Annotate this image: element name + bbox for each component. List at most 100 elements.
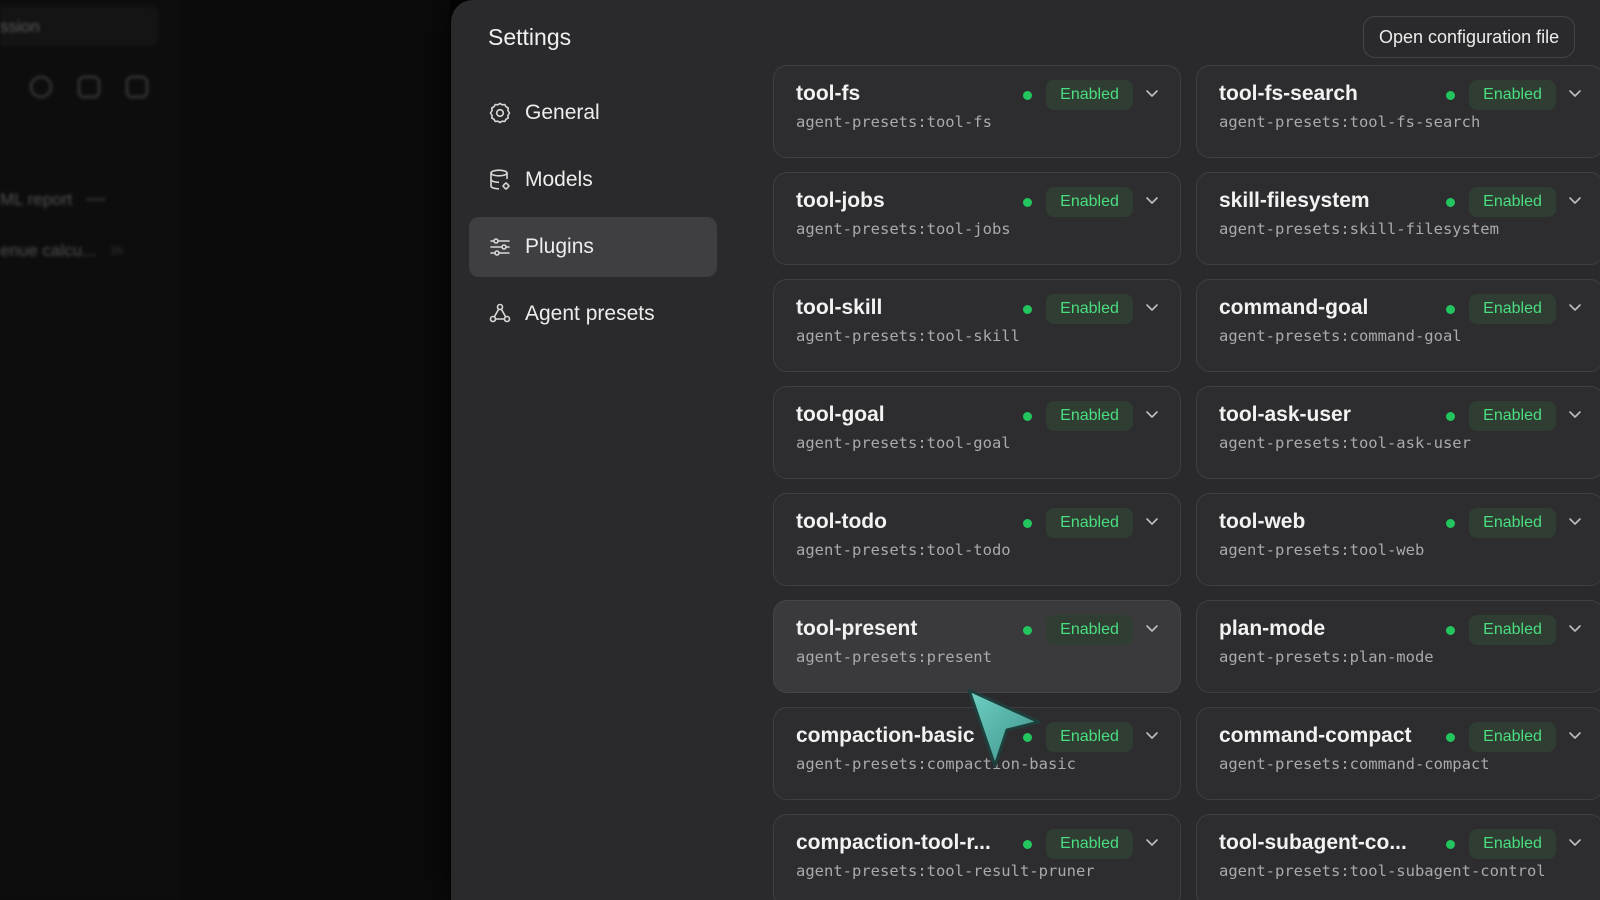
plugin-card[interactable]: compaction-basic agent-presets:compaction… [773,707,1181,800]
chevron-down-icon[interactable] [1144,192,1160,208]
background-sidebar: ssion ML report ••••• enue calcu... 1h [0,0,180,900]
nav-item-models[interactable]: Models [469,150,717,210]
status-badge[interactable]: Enabled [1469,722,1556,752]
chevron-down-icon[interactable] [1567,727,1583,743]
plugin-name: compaction-basic [796,724,975,747]
nav-item-label: Models [525,168,593,191]
plugin-name: command-goal [1219,296,1369,319]
plugin-name: tool-goal [796,403,885,426]
plugin-id: agent-presets:tool-fs [796,113,992,131]
background-title-bar: ssion [0,6,158,46]
status-dot-icon [1023,91,1032,100]
status-badge[interactable]: Enabled [1469,615,1556,645]
status-badge[interactable]: Enabled [1469,508,1556,538]
plugin-card[interactable]: tool-jobs agent-presets:tool-jobs Enabled [773,172,1181,265]
nav-item-plugins[interactable]: Plugins [469,217,717,277]
plugin-card[interactable]: tool-skill agent-presets:tool-skill Enable… [773,279,1181,372]
background-title: ssion [0,17,40,36]
plugin-card[interactable]: command-compact agent-presets:command-com… [1196,707,1600,800]
plugin-card[interactable]: tool-web agent-presets:tool-web Enabled [1196,493,1600,586]
plugin-id: agent-presets:tool-jobs [796,220,1011,238]
plugin-name: tool-jobs [796,189,885,212]
nav-item-general[interactable]: General [469,83,717,143]
plugin-name: tool-fs-search [1219,82,1358,105]
plugin-id: agent-presets:plan-mode [1219,648,1434,666]
plugin-card[interactable]: tool-ask-user agent-presets:tool-ask-user… [1196,386,1600,479]
status-dot-icon [1023,733,1032,742]
nav-item-label: General [525,101,600,124]
plugin-card[interactable]: tool-present agent-presets:present Enabled [773,600,1181,693]
chevron-down-icon[interactable] [1144,727,1160,743]
chevron-down-icon[interactable] [1567,192,1583,208]
settings-window: Settings Open configuration file General [451,0,1600,900]
chevron-down-icon[interactable] [1144,834,1160,850]
status-badge[interactable]: Enabled [1046,294,1133,324]
plugin-card[interactable]: command-goal agent-presets:command-goal En… [1196,279,1600,372]
chevron-down-icon[interactable] [1144,620,1160,636]
plugin-name: tool-ask-user [1219,403,1351,426]
status-badge[interactable]: Enabled [1469,187,1556,217]
status-badge[interactable]: Enabled [1046,401,1133,431]
plugin-name: compaction-tool-r... [796,831,991,854]
status-badge[interactable]: Enabled [1046,80,1133,110]
status-badge[interactable]: Enabled [1469,829,1556,859]
background-list-item-meta: 1h [110,245,123,257]
chevron-down-icon[interactable] [1567,299,1583,315]
status-badge[interactable]: Enabled [1046,187,1133,217]
plugin-card[interactable]: skill-filesystem agent-presets:skill-file… [1196,172,1600,265]
plugins-grid: tool-fs agent-presets:tool-fs Enabled tool-… [773,56,1600,900]
status-badge[interactable]: Enabled [1469,80,1556,110]
chevron-down-icon[interactable] [1144,299,1160,315]
chevron-down-icon[interactable] [1567,85,1583,101]
status-badge[interactable]: Enabled [1046,508,1133,538]
plugin-id: agent-presets:compaction-basic [796,755,1076,773]
plugin-card[interactable]: plan-mode agent-presets:plan-mode Enabled [1196,600,1600,693]
nav-item-agent-presets[interactable]: Agent presets [469,284,717,344]
plugin-name: tool-skill [796,296,883,319]
plugin-name: skill-filesystem [1219,189,1370,212]
chevron-down-icon[interactable] [1567,513,1583,529]
status-dot-icon [1023,626,1032,635]
status-dot-icon [1446,412,1455,421]
status-badge[interactable]: Enabled [1046,722,1133,752]
plugin-name: command-compact [1219,724,1412,747]
plugin-id: agent-presets:tool-todo [796,541,1011,559]
status-dot-icon [1446,733,1455,742]
plugin-card[interactable]: tool-fs agent-presets:tool-fs Enabled [773,65,1181,158]
chevron-down-icon[interactable] [1144,406,1160,422]
plugin-name: tool-todo [796,510,887,533]
plugin-id: agent-presets:present [796,648,992,666]
search-icon [30,76,52,98]
plugin-card[interactable]: tool-subagent-co... agent-presets:tool-su… [1196,814,1600,900]
background-list-item-label: enue calcu... [0,241,97,260]
chevron-down-icon[interactable] [1567,406,1583,422]
plugin-id: agent-presets:command-compact [1219,755,1490,773]
status-dot-icon [1446,91,1455,100]
status-badge[interactable]: Enabled [1046,615,1133,645]
page-title: Settings [488,24,572,50]
status-dot-icon [1446,840,1455,849]
status-dot-icon [1446,198,1455,207]
plugin-id: agent-presets:tool-result-pruner [796,862,1095,880]
plugin-card[interactable]: tool-fs-search agent-presets:tool-fs-sear… [1196,65,1600,158]
sidebar-toggle-icon [78,76,100,98]
status-badge[interactable]: Enabled [1469,401,1556,431]
chevron-down-icon[interactable] [1144,513,1160,529]
chevron-down-icon[interactable] [1144,85,1160,101]
nav-item-label: Plugins [525,235,594,258]
status-badge[interactable]: Enabled [1469,294,1556,324]
plugin-name: tool-present [796,617,918,640]
status-dot-icon [1023,412,1032,421]
chevron-down-icon[interactable] [1567,834,1583,850]
open-configuration-file-button[interactable]: Open configuration file [1363,16,1576,58]
status-badge[interactable]: Enabled [1046,829,1133,859]
plugin-id: agent-presets:tool-skill [796,327,1020,345]
settings-nav: General Models Plugins Agent presets [469,83,717,351]
sliders-icon [488,235,512,259]
chevron-down-icon[interactable] [1567,620,1583,636]
background-app: ssion ML report ••••• enue calcu... 1h [0,0,450,900]
plugin-card[interactable]: tool-goal agent-presets:tool-goal Enabled [773,386,1181,479]
plugin-card[interactable]: tool-todo agent-presets:tool-todo Enabled [773,493,1181,586]
plugin-card[interactable]: compaction-tool-r... agent-presets:tool-r… [773,814,1181,900]
background-list-item-meta: ••••• [86,194,106,206]
